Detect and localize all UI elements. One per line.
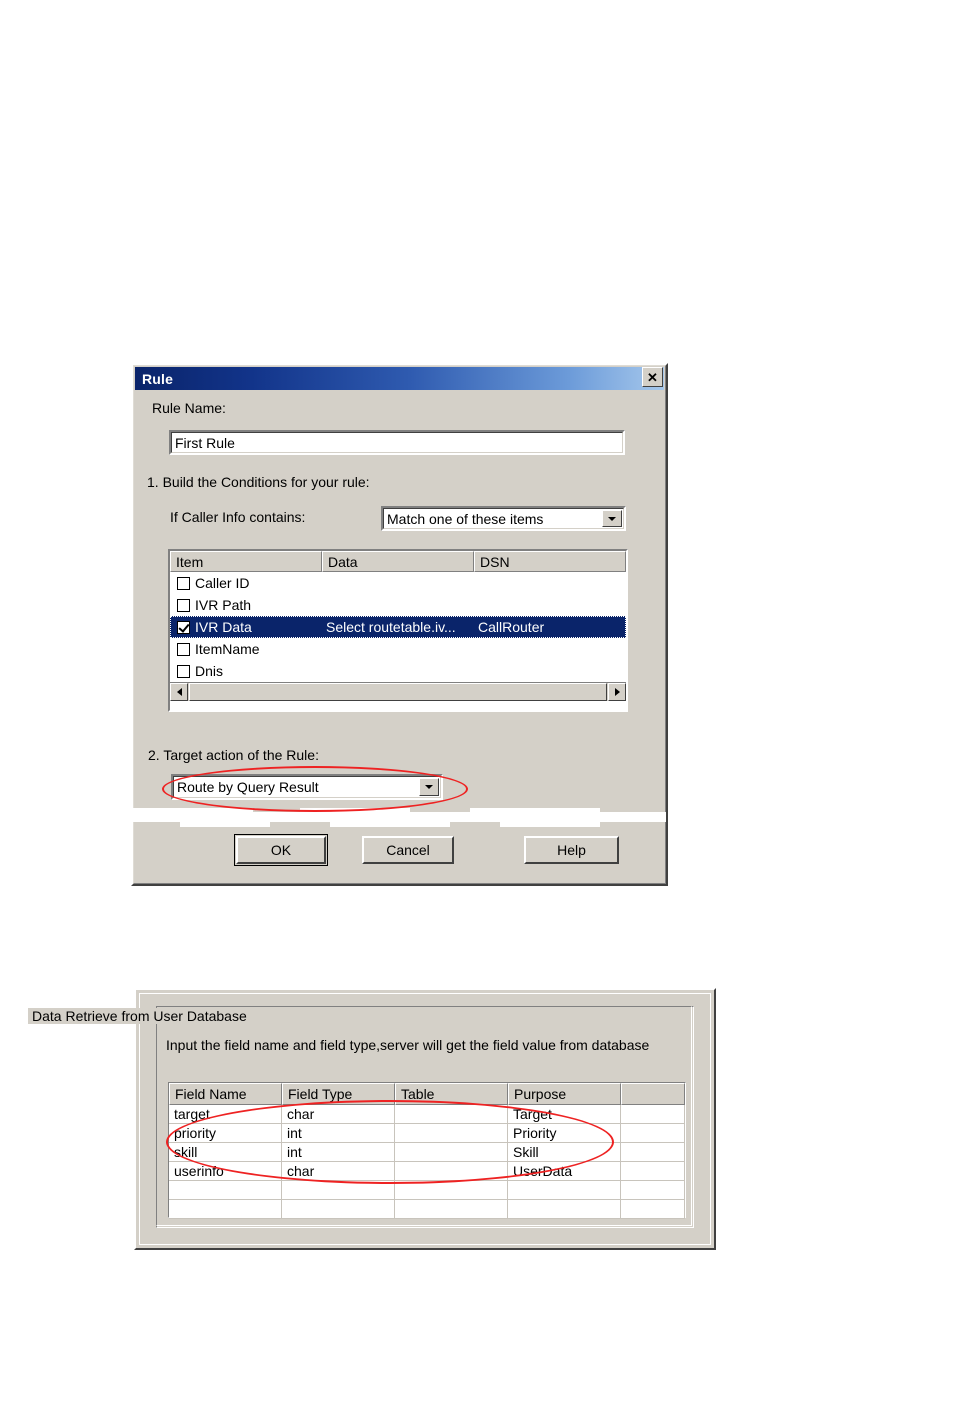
cell-table[interactable] [395, 1200, 508, 1219]
row-item-label: IVR Path [195, 597, 252, 613]
cell-table[interactable] [395, 1162, 508, 1181]
scan-splice-band [470, 808, 600, 814]
cell-field-name[interactable]: skill [169, 1143, 282, 1162]
cell-table[interactable] [395, 1105, 508, 1124]
cell-table[interactable] [395, 1143, 508, 1162]
checkbox-dnis[interactable] [177, 664, 190, 678]
scroll-right-icon[interactable] [608, 683, 626, 701]
checkbox-ivr-path[interactable] [177, 598, 190, 612]
row-item-label: IVR Data [195, 619, 252, 635]
step2-label: 2. Target action of the Rule: [148, 747, 319, 763]
cell-purpose[interactable] [508, 1181, 621, 1200]
cell-extra[interactable] [621, 1162, 685, 1181]
grid-column-purpose[interactable]: Purpose [508, 1083, 621, 1105]
table-row[interactable]: IVR Path [170, 594, 626, 616]
grid-row[interactable]: target char Target [169, 1105, 685, 1124]
chevron-down-icon[interactable] [419, 778, 439, 796]
column-header-data[interactable]: Data [322, 551, 474, 572]
field-grid[interactable]: Field Name Field Type Table Purpose targ… [168, 1082, 686, 1219]
cell-extra[interactable] [621, 1143, 685, 1162]
cell-field-type[interactable] [282, 1181, 395, 1200]
cell-extra[interactable] [621, 1181, 685, 1200]
help-button[interactable]: Help [524, 836, 619, 864]
checkbox-ivr-data[interactable] [177, 620, 190, 634]
cell-field-name[interactable] [169, 1200, 282, 1219]
cell-field-name[interactable]: userinfo [169, 1162, 282, 1181]
rule-dialog-titlebar: Rule [135, 367, 664, 390]
field-grid-header: Field Name Field Type Table Purpose [169, 1083, 685, 1105]
scrollbar-thumb[interactable] [189, 683, 607, 701]
row-item-label: Dnis [195, 663, 224, 679]
listview-rows: Caller ID IVR Path IVR Data Select route… [170, 572, 626, 682]
cell-purpose[interactable]: Target [508, 1105, 621, 1124]
scan-splice-band [133, 808, 253, 814]
cell-field-name[interactable] [169, 1181, 282, 1200]
groupbox-title: Data Retrieve from User Database [28, 1008, 251, 1024]
row-data-label: Select routetable.iv... [326, 619, 456, 635]
column-header-dsn[interactable]: DSN [474, 551, 626, 572]
grid-row[interactable]: skill int Skill [169, 1143, 685, 1162]
column-header-item[interactable]: Item [170, 551, 322, 572]
checkbox-itemname[interactable] [177, 642, 190, 656]
scroll-left-icon[interactable] [170, 683, 188, 701]
chevron-down-icon[interactable] [602, 510, 622, 527]
row-item-label: Caller ID [195, 575, 250, 591]
cell-purpose[interactable]: UserData [508, 1162, 621, 1181]
checkbox-caller-id[interactable] [177, 576, 190, 590]
rule-name-label: Rule Name: [152, 400, 226, 416]
conditions-listview[interactable]: Item Data DSN Caller ID IVR Path IVR Dat… [168, 549, 628, 712]
cell-field-name[interactable]: priority [169, 1124, 282, 1143]
table-row[interactable]: ItemName [170, 638, 626, 660]
scan-splice-band [300, 808, 410, 814]
scan-splice-band [500, 821, 600, 827]
scan-splice-band [330, 821, 450, 827]
grid-column-field-name[interactable]: Field Name [169, 1083, 282, 1105]
match-mode-value: Match one of these items [387, 510, 544, 527]
target-action-value: Route by Query Result [177, 779, 319, 795]
table-row[interactable]: Dnis [170, 660, 626, 682]
scan-splice-band [180, 821, 270, 827]
cell-extra[interactable] [621, 1124, 685, 1143]
cell-purpose[interactable]: Skill [508, 1143, 621, 1162]
listview-header: Item Data DSN [170, 551, 626, 572]
cell-extra[interactable] [621, 1105, 685, 1124]
cell-field-type[interactable]: char [282, 1105, 395, 1124]
grid-column-field-type[interactable]: Field Type [282, 1083, 395, 1105]
cell-purpose[interactable]: Priority [508, 1124, 621, 1143]
rule-name-value: First Rule [175, 434, 235, 451]
cell-field-type[interactable]: int [282, 1143, 395, 1162]
close-icon[interactable]: ✕ [642, 367, 663, 387]
grid-column-table[interactable]: Table [395, 1083, 508, 1105]
grid-row[interactable]: userinfo char UserData [169, 1162, 685, 1181]
row-item-label: ItemName [195, 641, 260, 657]
step1-label: 1. Build the Conditions for your rule: [147, 474, 370, 490]
table-row-selected[interactable]: IVR Data Select routetable.iv... CallRou… [170, 616, 626, 638]
cell-extra[interactable] [621, 1200, 685, 1219]
groupbox-description: Input the field name and field type,serv… [166, 1037, 650, 1053]
caller-info-label: If Caller Info contains: [170, 509, 306, 525]
rule-dialog-title: Rule [142, 370, 174, 387]
cell-table[interactable] [395, 1181, 508, 1200]
document-page: Rule ✕ Rule Name: First Rule 1. Build th… [0, 0, 954, 1411]
ok-button[interactable]: OK [234, 834, 328, 866]
grid-row-empty[interactable] [169, 1200, 685, 1219]
cell-field-name[interactable]: target [169, 1105, 282, 1124]
grid-row[interactable]: priority int Priority [169, 1124, 685, 1143]
cell-field-type[interactable]: char [282, 1162, 395, 1181]
cell-field-type[interactable]: int [282, 1124, 395, 1143]
grid-column-extra[interactable] [621, 1083, 685, 1105]
rule-name-input[interactable]: First Rule [169, 430, 625, 455]
cell-table[interactable] [395, 1124, 508, 1143]
horizontal-scrollbar[interactable] [170, 682, 626, 701]
match-mode-combo[interactable]: Match one of these items [381, 506, 626, 531]
grid-row-empty[interactable] [169, 1181, 685, 1200]
cancel-button[interactable]: Cancel [362, 836, 454, 864]
cell-purpose[interactable] [508, 1200, 621, 1219]
table-row[interactable]: Caller ID [170, 572, 626, 594]
row-dsn-label: CallRouter [478, 619, 545, 635]
cell-field-type[interactable] [282, 1200, 395, 1219]
target-action-combo[interactable]: Route by Query Result [171, 774, 443, 800]
